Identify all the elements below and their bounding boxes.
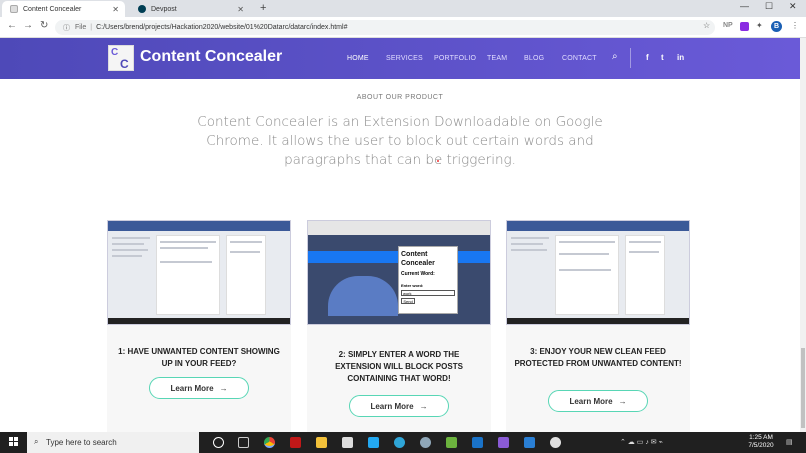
mcafee-icon[interactable] xyxy=(290,437,301,448)
browser-toolbar: ← → ↻ ⓘ File | C:/Users/brend/projects/H… xyxy=(0,17,806,38)
brand-name[interactable]: Content Concealer xyxy=(140,48,282,66)
learn-more-label: Learn More xyxy=(170,383,214,393)
learn-more-button[interactable]: Learn More → xyxy=(548,390,648,412)
np-extension-icon[interactable]: NP xyxy=(723,22,733,29)
arrow-right-icon: → xyxy=(618,396,627,406)
close-tab-icon[interactable]: ✕ xyxy=(237,5,244,14)
scrollbar-thumb[interactable] xyxy=(801,348,805,428)
arrow-right-icon: → xyxy=(419,401,428,411)
learn-more-button[interactable]: Learn More → xyxy=(349,395,449,417)
tab-devpost[interactable]: Devpost ✕ xyxy=(130,1,250,17)
minimize-icon[interactable]: — xyxy=(740,1,749,11)
mail-icon[interactable] xyxy=(472,437,483,448)
devpost-favicon-icon xyxy=(138,5,146,13)
reload-icon[interactable]: ↻ xyxy=(40,20,48,31)
vscode-icon[interactable] xyxy=(368,437,379,448)
popup-send-button: Send xyxy=(401,298,415,304)
clean-feed-screenshot xyxy=(506,220,690,325)
feature-card-1: 1: HAVE UNWANTED CONTENT SHOWING UP IN Y… xyxy=(107,220,291,432)
tab-strip: Content Concealer ✕ Devpost ✕ + — ☐ ✕ xyxy=(0,0,806,17)
card-title: 1: HAVE UNWANTED CONTENT SHOWING UP IN Y… xyxy=(118,347,280,368)
taskbar-search-placeholder: Type here to search xyxy=(46,438,117,447)
cursor-dot xyxy=(437,160,439,162)
site-navbar: C C Content Concealer HOME SERVICES PORT… xyxy=(0,38,800,79)
facebook-icon[interactable]: f xyxy=(646,53,649,62)
learn-more-label: Learn More xyxy=(370,401,414,411)
forward-icon[interactable]: → xyxy=(23,20,33,31)
clock-date: 7/5/2020 xyxy=(748,442,774,449)
photos-icon[interactable] xyxy=(524,437,535,448)
linkedin-icon[interactable]: in xyxy=(677,53,684,62)
extension-screenshot: Content Concealer Current Word: Enter wo… xyxy=(307,220,491,325)
nav-blog[interactable]: BLOG xyxy=(524,55,544,62)
system-tray-icons[interactable]: ⌃ ☁ ▭ ♪ ✉ ⌁ xyxy=(620,438,663,446)
logo-letter: C xyxy=(111,47,119,58)
popup-enter-word-label: Enter word: xyxy=(401,283,424,288)
learn-more-button[interactable]: Learn More → xyxy=(149,377,249,399)
learn-more-label: Learn More xyxy=(569,396,613,406)
nav-team[interactable]: TEAM xyxy=(487,55,507,62)
close-tab-icon[interactable]: ✕ xyxy=(112,5,119,14)
nav-services[interactable]: SERVICES xyxy=(386,55,423,62)
address-url: C:/Users/brend/projects/Hackation2020/we… xyxy=(96,24,348,31)
nav-portfolio[interactable]: PORTFOLIO xyxy=(434,55,476,62)
nav-home[interactable]: HOME xyxy=(347,55,369,62)
clock-time: 1:25 AM xyxy=(749,434,773,441)
menu-kebab-icon[interactable]: ⋮ xyxy=(791,21,799,30)
taskbar-search-box[interactable]: ⌕ Type here to search xyxy=(27,432,199,453)
tab-title: Content Concealer xyxy=(23,5,82,13)
nav-contact[interactable]: CONTACT xyxy=(562,55,597,62)
feed-screenshot xyxy=(107,220,291,325)
card-title: 2: SIMPLY ENTER A WORD THE EXTENSION WIL… xyxy=(335,350,463,383)
nav-divider xyxy=(630,48,631,68)
maximize-icon[interactable]: ☐ xyxy=(765,1,773,12)
popup-current-word-label: Current Word: xyxy=(401,271,435,277)
address-separator: | xyxy=(90,24,93,31)
address-prefix: File xyxy=(75,24,87,31)
cortana-icon[interactable] xyxy=(213,437,224,448)
game-app-icon[interactable] xyxy=(550,437,561,448)
feature-card-3: 3: ENJOY YOUR NEW CLEAN FEED PROTECTED F… xyxy=(506,220,690,432)
address-bar[interactable]: ⓘ File | C:/Users/brend/projects/Hackati… xyxy=(55,20,715,35)
chrome-icon[interactable] xyxy=(264,437,275,448)
about-lead-text: Content Concealer is an Extension Downlo… xyxy=(197,114,603,168)
section-eyebrow: ABOUT OUR PRODUCT xyxy=(356,94,444,101)
back-icon[interactable]: ← xyxy=(7,20,17,31)
windows-start-icon[interactable] xyxy=(9,437,19,447)
twitter-icon[interactable]: t xyxy=(661,53,664,62)
windows-taskbar: ⌕ Type here to search ⌃ ☁ ▭ ♪ ✉ ⌁ 1:25 A… xyxy=(0,432,806,453)
search-icon: ⌕ xyxy=(34,437,39,446)
purple-extension-icon[interactable] xyxy=(740,22,749,31)
bookmark-star-icon[interactable]: ☆ xyxy=(703,21,710,30)
store-icon[interactable] xyxy=(342,437,353,448)
logo-letter: C xyxy=(120,57,129,71)
arrow-right-icon: → xyxy=(219,383,228,393)
git-app-icon[interactable] xyxy=(446,437,457,448)
browser-window: Content Concealer ✕ Devpost ✕ + — ☐ ✕ ← … xyxy=(0,0,806,453)
search-icon[interactable]: ⌕ xyxy=(612,51,618,62)
cc-favicon-icon xyxy=(10,5,18,13)
app-icon[interactable] xyxy=(420,437,431,448)
puzzle-extension-icon[interactable]: ✦ xyxy=(756,21,763,30)
notifications-icon[interactable]: ▤ xyxy=(786,438,793,446)
extension-popup: Content Concealer Current Word: Enter wo… xyxy=(398,246,458,314)
popup-word-input: work xyxy=(401,290,455,296)
file-explorer-icon[interactable] xyxy=(316,437,327,448)
taskbar-clock[interactable]: 1:25 AM 7/5/2020 xyxy=(746,434,776,450)
chat-app-icon[interactable] xyxy=(498,437,509,448)
feature-card-2: Content Concealer Current Word: Enter wo… xyxy=(307,220,491,432)
card-title: 3: ENJOY YOUR NEW CLEAN FEED PROTECTED F… xyxy=(514,347,682,368)
tab-content-concealer[interactable]: Content Concealer ✕ xyxy=(2,1,125,17)
profile-avatar[interactable]: B xyxy=(771,21,782,32)
info-icon[interactable]: ⓘ xyxy=(63,23,70,33)
close-window-icon[interactable]: ✕ xyxy=(789,1,797,12)
tab-title: Devpost xyxy=(151,5,177,13)
new-tab-icon[interactable]: + xyxy=(260,2,266,14)
site-logo[interactable]: C C xyxy=(108,45,134,71)
task-view-icon[interactable] xyxy=(238,437,249,448)
popup-title: Content Concealer xyxy=(401,251,435,267)
page-scrollbar[interactable] xyxy=(800,38,806,433)
edge-icon[interactable] xyxy=(394,437,405,448)
